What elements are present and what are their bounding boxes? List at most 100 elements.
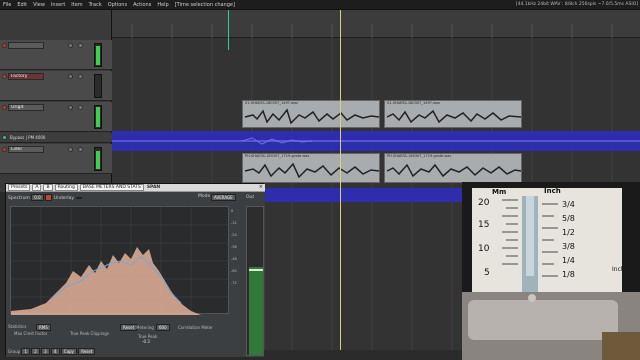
waveform [386, 163, 522, 178]
item-name: PH-SHAESS-180307_1719-gnste.wav [245, 154, 310, 158]
menu-view[interactable]: View [30, 2, 48, 8]
track-5-name[interactable]: Lider [8, 146, 44, 153]
underlay-toggle[interactable] [45, 194, 53, 201]
presets-button[interactable]: Presets [8, 184, 31, 191]
preset-b-button[interactable]: B [43, 184, 53, 191]
menu-help[interactable]: Help [154, 2, 171, 8]
loop-marker [228, 10, 229, 50]
true-peak-clippings-label: True Peak Clippings [70, 331, 109, 336]
pan-knob-icon[interactable] [78, 43, 83, 48]
pan-knob-icon[interactable] [78, 74, 83, 79]
track-control-panel: Factory Origit Bypass | PM 4000 Lider [0, 10, 112, 192]
bus-lane[interactable] [112, 131, 640, 151]
menu-insert[interactable]: Insert [48, 2, 68, 8]
item-name: 01-SHAESS-180307_1497.wav [245, 101, 299, 105]
inch-tick-5-8: 5/8 [562, 214, 575, 223]
svg-text:0: 0 [231, 209, 233, 213]
out-label: Out [246, 195, 255, 200]
group-reset-button[interactable]: Reset [78, 348, 96, 355]
inch-tick-1-2: 1/2 [562, 228, 575, 237]
routing-button[interactable]: Routing [54, 184, 78, 191]
volume-knob-icon[interactable] [68, 147, 73, 152]
mm-tick-20: 20 [478, 198, 490, 208]
underlay-value[interactable] [75, 197, 82, 199]
record-arm-icon[interactable] [2, 74, 7, 79]
mode-label: Mode [198, 194, 211, 199]
waveform [386, 109, 522, 124]
menu-edit[interactable]: Edit [14, 2, 30, 8]
edit-cursor[interactable] [340, 10, 341, 350]
track-4-name[interactable]: Bypass | PM 4000 [10, 135, 45, 140]
audio-status: [44.1kHz 24bit WAV : 8/8ch 256spls ~7.0/… [515, 2, 638, 7]
statistics-label: Statistics [8, 324, 27, 329]
group-3-button[interactable]: 3 [41, 348, 50, 355]
track-3-name[interactable]: Origit [8, 104, 44, 111]
track-5-meter [94, 147, 102, 171]
record-arm-icon[interactable] [2, 147, 7, 152]
track-2-name[interactable]: Factory [8, 73, 44, 80]
track-1[interactable] [0, 40, 112, 70]
track-2[interactable]: Factory [0, 71, 112, 101]
inch-tick-1-4: 1/4 [562, 256, 575, 265]
track-3[interactable]: Origit [0, 102, 112, 132]
reset-button[interactable]: Reset [120, 324, 138, 331]
volume-knob-icon[interactable] [68, 43, 73, 48]
volume-knob-icon[interactable] [68, 105, 73, 110]
spectrum-graph [11, 207, 230, 315]
pan-knob-icon[interactable] [78, 105, 83, 110]
record-arm-icon[interactable] [2, 105, 7, 110]
track-4[interactable]: Bypass | PM 4000 [0, 133, 112, 143]
span-body: Spectrum 0.0 Underlay Mode AVERAGE Out 0… [6, 192, 265, 357]
ruler-grid [131, 24, 613, 38]
spectrum-plot[interactable] [10, 206, 230, 315]
span-plugin-window[interactable]: Presets A B Routing BASE METERS AND STAT… [5, 183, 265, 357]
group-2-button[interactable]: 2 [31, 348, 40, 355]
preset-a-button[interactable]: A [32, 184, 42, 191]
menu-file[interactable]: File [0, 2, 14, 8]
close-icon[interactable]: × [259, 184, 263, 190]
svg-text:-12: -12 [231, 221, 237, 225]
mode-select[interactable]: AVERAGE [211, 194, 236, 201]
track-5[interactable]: Lider [0, 144, 112, 174]
media-item[interactable]: 01-SHAESS-180307_1497.wav [384, 100, 522, 128]
track-1-name[interactable] [8, 42, 44, 49]
span-header-row: Spectrum 0.0 Underlay Mode AVERAGE [8, 194, 238, 202]
correlation-label: Correlation Meter [178, 325, 213, 330]
metering-select[interactable]: 600 [156, 324, 170, 331]
plugin-titlebar[interactable]: Presets A B Routing BASE METERS AND STAT… [6, 184, 265, 192]
mm-tick-5: 5 [484, 268, 490, 278]
media-item[interactable]: PH-SHAESS-180307_1719-gnste.wav [242, 153, 380, 183]
waveform [244, 162, 380, 179]
menu-track[interactable]: Track [86, 2, 105, 8]
timeline-ruler[interactable] [112, 10, 640, 38]
spectrum-value[interactable]: 0.0 [31, 194, 44, 201]
rms-button[interactable]: RMS [36, 324, 51, 331]
group-4-button[interactable]: 4 [50, 348, 60, 355]
menu-actions[interactable]: Actions [130, 2, 154, 8]
bottom-bar [264, 350, 462, 360]
menu-bar: File Edit View Insert Item Track Options… [0, 0, 640, 10]
preset-name-field[interactable]: BASE METERS AND STATS [79, 184, 144, 191]
group-1-button[interactable]: 1 [21, 348, 31, 355]
media-item[interactable]: 01-SHAESS-180307_1497.wav [242, 100, 380, 128]
inch-tick-3-8: 3/8 [562, 242, 575, 251]
output-meter-graphic [249, 267, 263, 355]
pan-knob-icon[interactable] [78, 147, 83, 152]
group-row: Group 1 2 3 4 Copy Reset [8, 348, 96, 355]
item-name: 01-SHAESS-180307_1497.wav [387, 101, 441, 105]
bus-icon[interactable] [2, 135, 7, 140]
svg-text:-48: -48 [231, 257, 237, 261]
metering-label: Metering [136, 325, 154, 330]
record-arm-icon[interactable] [2, 43, 7, 48]
inch-label: Inch [544, 187, 561, 195]
inch-tick-3-4: 3/4 [562, 200, 575, 209]
volume-knob-icon[interactable] [68, 74, 73, 79]
mm-tick-15: 15 [478, 220, 490, 230]
menu-options[interactable]: Options [105, 2, 130, 8]
track-3-meter [94, 105, 102, 129]
media-item[interactable]: PH-SHAESS-180307_1719-gnste.wav [384, 153, 522, 183]
group-label: Group [8, 349, 21, 354]
copy-button[interactable]: Copy [60, 348, 77, 355]
menu-item[interactable]: Item [68, 2, 85, 8]
plugin-title: SPAN [146, 185, 161, 190]
